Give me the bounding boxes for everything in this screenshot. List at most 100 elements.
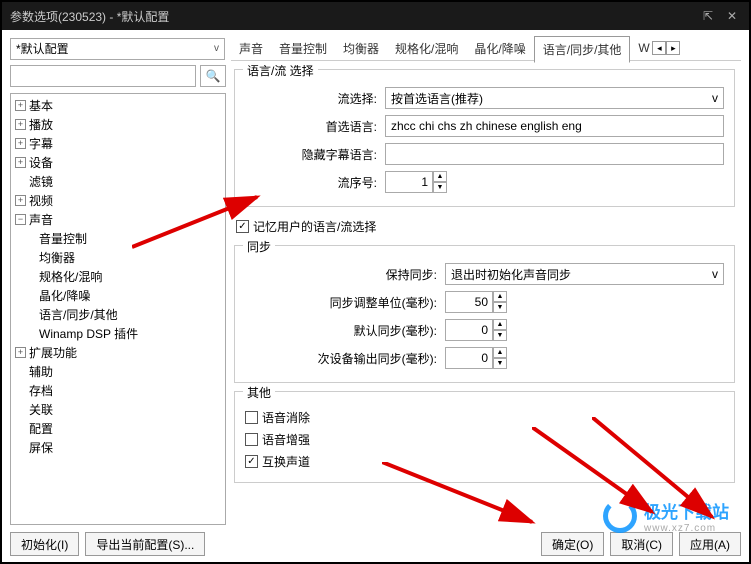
tree-item-label: 扩展功能 [29, 344, 77, 361]
default-sync-spinner[interactable]: ▲▼ [445, 319, 507, 341]
tree-item-label: 辅助 [29, 363, 53, 380]
tree-item[interactable]: 配置 [11, 419, 225, 438]
tab-strip: 声音 音量控制 均衡器 规格化/混响 晶化/降噪 语言/同步/其他 Wi ◂ ▸ [231, 36, 741, 61]
group-language: 语言/流 选择 流选择: 按首选语言(推荐)v 首选语言: 隐藏字幕语言: 流序… [234, 69, 735, 207]
tree-item[interactable]: 语言/同步/其他 [11, 305, 225, 324]
tree-item[interactable]: +视频 [11, 191, 225, 210]
tab-scroll-left[interactable]: ◂ [652, 41, 666, 55]
tree-expander-icon[interactable]: − [15, 214, 26, 225]
tree-item[interactable]: +设备 [11, 153, 225, 172]
stream-order-input[interactable] [385, 171, 433, 193]
tree-item[interactable]: +播放 [11, 115, 225, 134]
secondary-out-spinner[interactable]: ▲▼ [445, 347, 507, 369]
settings-panel: 语言/流 选择 流选择: 按首选语言(推荐)v 首选语言: 隐藏字幕语言: 流序… [232, 65, 741, 525]
adjust-unit-spinner[interactable]: ▲▼ [445, 291, 507, 313]
pref-lang-label: 首选语言: [245, 118, 385, 135]
tree-item[interactable]: 晶化/降噪 [11, 286, 225, 305]
voice-cancel-checkbox[interactable] [245, 411, 258, 424]
tree-item-label: 存档 [29, 382, 53, 399]
tree-item[interactable]: +字幕 [11, 134, 225, 153]
spin-down-icon[interactable]: ▼ [493, 302, 507, 313]
hidden-sub-label: 隐藏字幕语言: [245, 146, 385, 163]
tree-item-label: 播放 [29, 116, 53, 133]
default-sync-label: 默认同步(毫秒): [245, 322, 445, 339]
adjust-unit-input[interactable] [445, 291, 493, 313]
export-button[interactable]: 导出当前配置(S)... [85, 532, 205, 556]
secondary-out-label: 次设备输出同步(毫秒): [245, 350, 445, 367]
spin-down-icon[interactable]: ▼ [493, 330, 507, 341]
group-sync-legend: 同步 [243, 238, 275, 255]
group-sync: 同步 保持同步: 退出时初始化声音同步v 同步调整单位(毫秒): ▲▼ 默认同步… [234, 245, 735, 383]
tree-item-label: 音量控制 [39, 230, 87, 247]
tree-item[interactable]: 辅助 [11, 362, 225, 381]
tab-eq[interactable]: 均衡器 [335, 36, 387, 61]
stream-select[interactable]: 按首选语言(推荐)v [385, 87, 724, 109]
tab-winamp[interactable]: Wi [630, 37, 650, 59]
nav-tree[interactable]: +基本+播放+字幕+设备滤镜+视频−声音音量控制均衡器规格化/混响晶化/降噪语言… [10, 93, 226, 525]
tree-item-label: 屏保 [29, 439, 53, 456]
tree-expander-icon[interactable]: + [15, 195, 26, 206]
tree-item[interactable]: 关联 [11, 400, 225, 419]
tab-normalize[interactable]: 规格化/混响 [387, 36, 466, 61]
tree-item-label: 配置 [29, 420, 53, 437]
spin-up-icon[interactable]: ▲ [493, 347, 507, 358]
default-sync-input[interactable] [445, 319, 493, 341]
tree-expander-icon[interactable]: + [15, 138, 26, 149]
tree-item[interactable]: +基本 [11, 96, 225, 115]
tree-expander-icon[interactable]: + [15, 347, 26, 358]
tree-item[interactable]: 屏保 [11, 438, 225, 457]
tree-item[interactable]: −声音 [11, 210, 225, 229]
tree-item-label: 语言/同步/其他 [39, 306, 118, 323]
hidden-sub-input[interactable] [385, 143, 724, 165]
ok-button[interactable]: 确定(O) [541, 532, 604, 556]
spin-down-icon[interactable]: ▼ [493, 358, 507, 369]
tree-expander-icon[interactable]: + [15, 100, 26, 111]
tree-expander-icon[interactable]: + [15, 157, 26, 168]
keep-sync-select[interactable]: 退出时初始化声音同步v [445, 263, 724, 285]
tree-item-label: 声音 [29, 211, 53, 228]
cancel-button[interactable]: 取消(C) [610, 532, 673, 556]
adjust-unit-label: 同步调整单位(毫秒): [245, 294, 445, 311]
voice-enhance-checkbox[interactable] [245, 433, 258, 446]
config-select[interactable]: *默认配置 v [10, 38, 225, 60]
swap-channel-checkbox[interactable]: ✓ [245, 455, 258, 468]
tree-item[interactable]: 规格化/混响 [11, 267, 225, 286]
tree-item[interactable]: Winamp DSP 插件 [11, 324, 225, 343]
spin-up-icon[interactable]: ▲ [493, 319, 507, 330]
tree-expander-icon[interactable]: + [15, 119, 26, 130]
tree-item[interactable]: 音量控制 [11, 229, 225, 248]
tree-item-label: 晶化/降噪 [39, 287, 90, 304]
remember-label: 记忆用户的语言/流选择 [253, 218, 376, 235]
tree-item[interactable]: 存档 [11, 381, 225, 400]
tab-lang-sync[interactable]: 语言/同步/其他 [534, 36, 631, 63]
spin-up-icon[interactable]: ▲ [433, 171, 447, 182]
config-select-value: *默认配置 [16, 40, 69, 57]
tree-item[interactable]: +扩展功能 [11, 343, 225, 362]
pin-icon[interactable]: ⇱ [699, 7, 717, 25]
init-button[interactable]: 初始化(I) [10, 532, 79, 556]
chevron-down-icon: v [712, 91, 718, 105]
secondary-out-input[interactable] [445, 347, 493, 369]
spin-up-icon[interactable]: ▲ [493, 291, 507, 302]
tree-item-label: 规格化/混响 [39, 268, 102, 285]
magnifier-icon: 🔍 [206, 69, 221, 83]
tab-sound[interactable]: 声音 [231, 36, 271, 61]
tab-crystal[interactable]: 晶化/降噪 [466, 36, 533, 61]
pref-lang-input[interactable] [385, 115, 724, 137]
voice-enhance-label: 语音增强 [262, 431, 310, 448]
tree-item-label: 基本 [29, 97, 53, 114]
tree-item-label: 滤镜 [29, 173, 53, 190]
tree-item[interactable]: 滤镜 [11, 172, 225, 191]
tree-item-label: Winamp DSP 插件 [39, 325, 138, 342]
tab-scroll-right[interactable]: ▸ [666, 41, 680, 55]
spin-down-icon[interactable]: ▼ [433, 182, 447, 193]
apply-button[interactable]: 应用(A) [679, 532, 741, 556]
tree-item[interactable]: 均衡器 [11, 248, 225, 267]
remember-checkbox[interactable]: ✓ [236, 220, 249, 233]
search-input[interactable] [10, 65, 196, 87]
search-button[interactable]: 🔍 [200, 65, 226, 87]
chevron-down-icon: v [712, 267, 718, 281]
tab-volume[interactable]: 音量控制 [271, 36, 335, 61]
stream-order-spinner[interactable]: ▲▼ [385, 171, 447, 193]
close-icon[interactable]: ✕ [723, 7, 741, 25]
